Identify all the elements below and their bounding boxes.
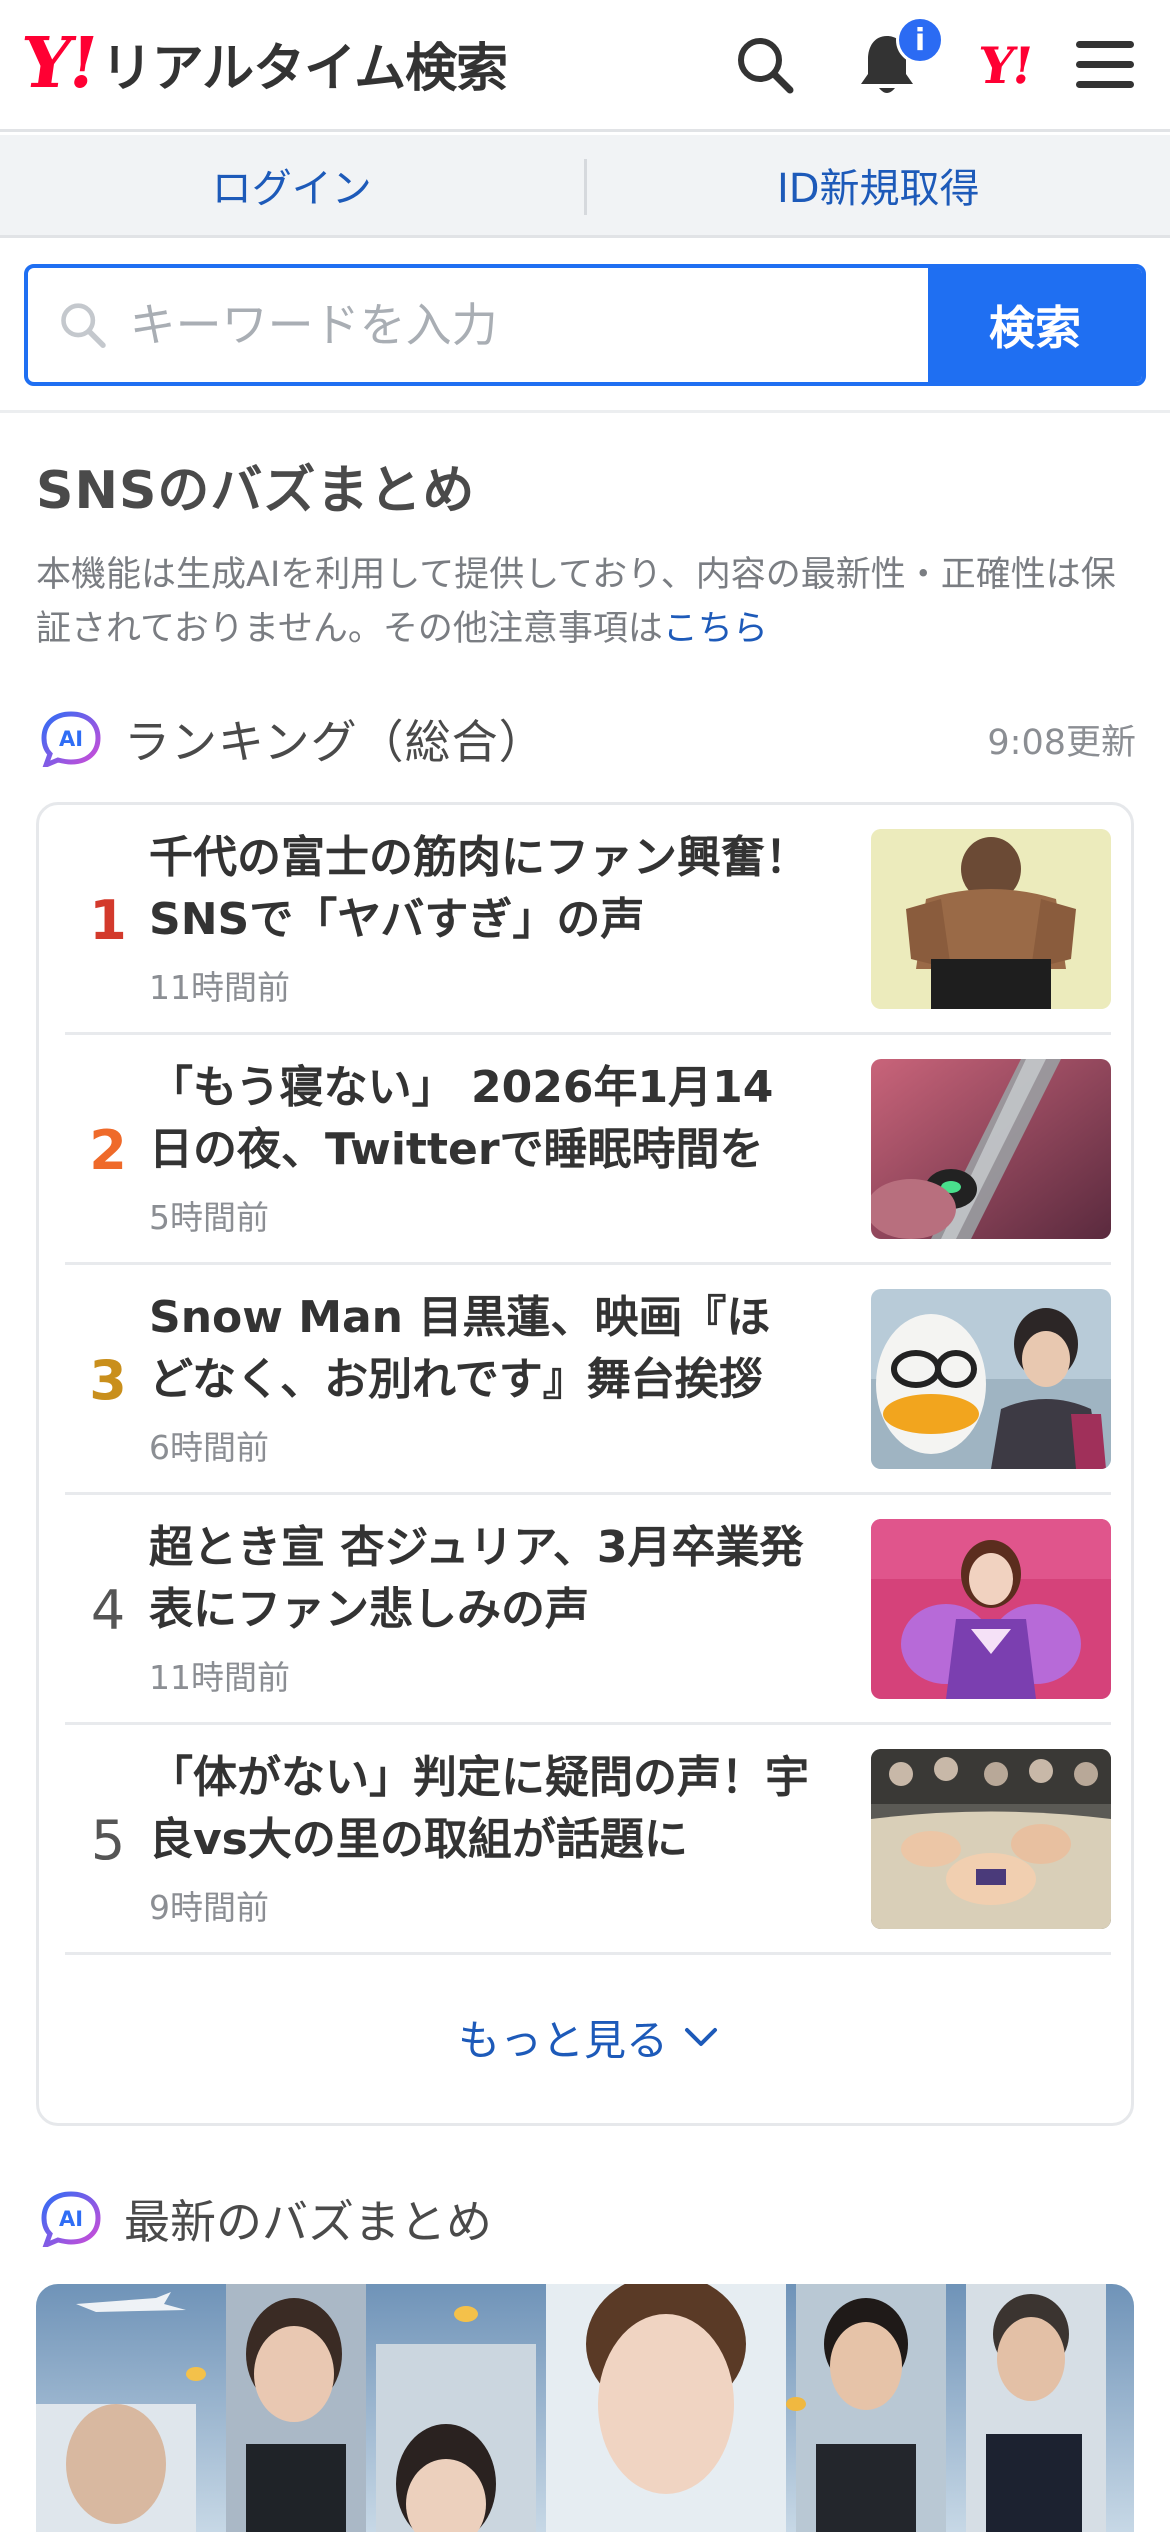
ranking-item-4[interactable]: 4 超とき宣 杏ジュリア、3月卒業発表にファン悲しみの声 11時間前	[65, 1495, 1111, 1725]
ai-badge-icon: AI	[41, 711, 101, 767]
disclaimer-link[interactable]: こちら	[663, 609, 768, 649]
ranking-card: 1 千代の富士の筋肉にファン興奮！SNSで「ヤバすぎ」の声 11時間前 2 「も…	[36, 802, 1134, 2126]
rank-thumbnail	[871, 1519, 1111, 1699]
search-field-icon	[61, 303, 106, 348]
rank-time: 11時間前	[149, 968, 290, 1007]
logo-mark: Y!	[16, 21, 101, 104]
rank-number: 4	[90, 1578, 126, 1642]
rank-text: 超とき宣 杏ジュリア、3月卒業発表にファン悲しみの声 11時間前	[149, 1517, 809, 1699]
section-title: SNSのバズまとめ	[36, 461, 476, 521]
yahoo-japan-icon[interactable]: Y!	[970, 30, 1040, 100]
rank-time: 5時間前	[149, 1198, 269, 1237]
search-icon[interactable]	[730, 30, 800, 100]
rank-number: 2	[89, 1118, 127, 1182]
rank-text: 千代の富士の筋肉にファン興奮！SNSで「ヤバすぎ」の声 11時間前	[149, 827, 809, 1009]
rank-number: 3	[89, 1348, 127, 1412]
rank-headline: 超とき宣 杏ジュリア、3月卒業発表にファン悲しみの声	[149, 1522, 804, 1635]
ranking-title: ランキング（総合）	[124, 715, 546, 769]
rank-number: 5	[90, 1808, 126, 1872]
latest-title: 最新のバズまとめ	[124, 2195, 492, 2249]
ranking-item-2[interactable]: 2 「もう寝ない」 2026年1月14日の夜、Twitterで睡眠時間を削… 5…	[65, 1035, 1111, 1265]
ranking-updated-time: 9:08更新	[987, 722, 1136, 763]
svg-text:AI: AI	[59, 2207, 83, 2231]
latest-featured-image[interactable]	[36, 2284, 1134, 2532]
hamburger-menu-icon[interactable]	[1070, 30, 1140, 100]
ranking-item-3[interactable]: 3 Snow Man 目黒蓮、映画『ほどなく、お別れです』舞台挨拶で… 6時間前	[65, 1265, 1111, 1495]
rank-headline: 千代の富士の筋肉にファン興奮！SNSで「ヤバすぎ」の声	[149, 832, 809, 945]
search-box: 検索	[24, 264, 1146, 386]
yahoo-realtime-logo[interactable]: Y! リアルタイム検索	[16, 21, 508, 104]
rank-thumbnail	[871, 1289, 1111, 1469]
rank-headline: 「もう寝ない」 2026年1月14日の夜、Twitterで睡眠時間を削…	[149, 1062, 774, 1175]
rank-time: 11時間前	[149, 1658, 290, 1697]
disclaimer-text: 本機能は生成AIを利用して提供しており、内容の最新性・正確性は保証されておりませ…	[36, 555, 1116, 649]
rank-thumbnail	[871, 1059, 1111, 1239]
svg-text:AI: AI	[59, 727, 83, 751]
search-field[interactable]	[28, 268, 928, 382]
register-link[interactable]: ID新規取得	[587, 135, 1170, 235]
rank-time: 6時間前	[149, 1428, 269, 1467]
rank-time: 9時間前	[149, 1888, 269, 1927]
chevron-down-icon	[685, 2028, 717, 2046]
ranking-header: AI ランキング（総合） 9:08更新	[40, 706, 1136, 772]
app-header: Y! リアルタイム検索 i Y!	[0, 0, 1170, 132]
rank-text: 「もう寝ない」 2026年1月14日の夜、Twitterで睡眠時間を削… 5時間…	[149, 1057, 809, 1239]
login-bar: ログイン ID新規取得	[0, 135, 1170, 238]
ranking-item-5[interactable]: 5 「体がない」判定に疑問の声！宇良vs大の里の取組が話題に 9時間前	[65, 1725, 1111, 1955]
login-link[interactable]: ログイン	[0, 135, 584, 235]
rank-text: 「体がない」判定に疑問の声！宇良vs大の里の取組が話題に 9時間前	[149, 1747, 809, 1929]
section-separator	[0, 410, 1170, 413]
more-label: もっと見る	[457, 2015, 668, 2065]
yahoo-japan-mark: Y!	[975, 35, 1035, 95]
rank-thumbnail	[871, 1749, 1111, 1929]
ai-disclaimer: 本機能は生成AIを利用して提供しており、内容の最新性・正確性は保証されておりませ…	[36, 548, 1136, 656]
rank-thumbnail	[871, 829, 1111, 1009]
ai-badge-icon: AI	[41, 2191, 101, 2247]
rank-text: Snow Man 目黒蓮、映画『ほどなく、お別れです』舞台挨拶で… 6時間前	[149, 1287, 809, 1469]
rank-headline: Snow Man 目黒蓮、映画『ほどなく、お別れです』舞台挨拶で…	[149, 1292, 771, 1405]
logo-text: リアルタイム検索	[100, 38, 508, 99]
latest-header: AI 最新のバズまとめ	[40, 2186, 492, 2252]
notification-badge: i	[896, 16, 944, 64]
search-input[interactable]	[129, 298, 928, 352]
rank-number: 1	[89, 888, 127, 952]
rank-headline: 「体がない」判定に疑問の声！宇良vs大の里の取組が話題に	[149, 1752, 809, 1865]
ranking-item-1[interactable]: 1 千代の富士の筋肉にファン興奮！SNSで「ヤバすぎ」の声 11時間前	[65, 805, 1111, 1035]
more-button[interactable]: もっと見る	[39, 1997, 1137, 2077]
search-button[interactable]: 検索	[928, 268, 1142, 382]
